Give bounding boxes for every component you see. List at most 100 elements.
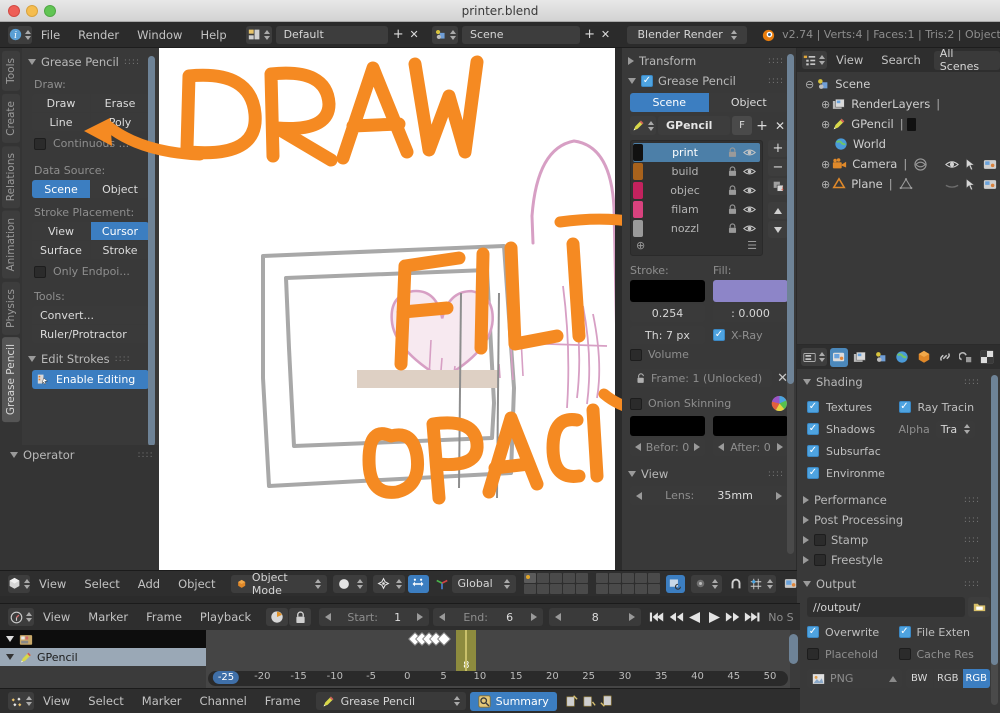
timeline-scrollbar-v[interactable] — [789, 634, 798, 664]
gp-layer-visibility-icon[interactable] — [743, 166, 756, 177]
editor-type-info-icon[interactable]: i — [8, 26, 32, 44]
viewport-menu-add[interactable]: Add — [129, 577, 169, 591]
color-mode-rgba-button[interactable]: RGB — [963, 669, 991, 688]
frame-ruler[interactable]: -25-20-15-10-505101520253035404550 — [208, 671, 788, 686]
stamp-checkbox[interactable] — [814, 534, 826, 546]
scene-layer-cell[interactable] — [550, 584, 562, 594]
transform-collapse-icon[interactable] — [628, 57, 634, 65]
fill-color-swatch[interactable] — [713, 280, 788, 302]
scene-layer-cell[interactable] — [537, 573, 549, 583]
line-button[interactable]: Line — [32, 113, 90, 131]
stroke-alpha-field[interactable]: 0.254 — [630, 304, 705, 322]
gp-layer-row[interactable]: print — [633, 143, 760, 162]
gp-layer-visibility-icon[interactable] — [743, 185, 756, 196]
output-checkbox[interactable] — [807, 626, 819, 638]
freestyle-collapse-icon[interactable] — [803, 556, 809, 564]
lens-field[interactable]: Lens: 35mm — [630, 486, 788, 505]
snap-spinner[interactable] — [767, 579, 773, 589]
play-reverse-button[interactable] — [668, 611, 684, 623]
freestyle-checkbox[interactable] — [814, 554, 826, 566]
color-mode-rgb-button[interactable]: RGB — [934, 669, 962, 688]
summary-toggle-button[interactable]: Summary — [470, 692, 557, 711]
lock-camera-button[interactable] — [666, 575, 685, 593]
tab-modifiers-icon[interactable] — [957, 348, 975, 367]
alpha-spinner[interactable] — [964, 424, 970, 434]
dopesheet-mode-spinner[interactable] — [454, 696, 460, 706]
scene-layer-cell[interactable] — [576, 584, 588, 594]
scene-layer-cell[interactable] — [622, 573, 634, 583]
gp-layer-lock-icon[interactable] — [727, 185, 738, 196]
gpencil-channel-expand-icon[interactable] — [6, 654, 14, 660]
performance-panel-header[interactable]: Performance :::: — [797, 490, 1000, 510]
scene-layer-cell[interactable] — [609, 584, 621, 594]
scene-spinner[interactable] — [450, 30, 456, 40]
output-browse-icon[interactable] — [968, 597, 990, 617]
shading-option-row[interactable]: Shadows — [807, 418, 899, 440]
operator-collapse-icon[interactable] — [10, 452, 18, 458]
delete-screen-layout-button[interactable]: ✕ — [406, 26, 422, 44]
file-format-select[interactable]: PNG — [807, 669, 902, 688]
pivot-point-select[interactable] — [373, 575, 405, 593]
gp-layer-lock-icon[interactable] — [727, 166, 738, 177]
fill-alpha-field[interactable]: : 0.000 — [713, 304, 788, 322]
timeline-menu-frame[interactable]: Frame — [137, 610, 191, 624]
scene-layer-cell[interactable] — [550, 573, 562, 583]
outliner-restrict-view-icon[interactable] — [945, 179, 959, 190]
shading-checkbox[interactable] — [807, 445, 819, 457]
scene-layer-cell[interactable] — [596, 573, 608, 583]
outliner-row-scene[interactable]: ⊖Scene — [797, 74, 1000, 94]
outliner-restrict-view-icon[interactable] — [945, 159, 959, 170]
grease-pencil-panel-header[interactable]: Grease Pencil :::: — [22, 52, 159, 72]
transform-orientation-select[interactable]: Global — [452, 575, 516, 593]
outliner-menu-search[interactable]: Search — [872, 53, 930, 67]
proportional-spinner[interactable] — [712, 579, 718, 589]
scene-layer-cell[interactable] — [648, 573, 660, 583]
gp-fake-user-button[interactable]: F — [732, 116, 752, 135]
shading-option-row[interactable]: Subsurfac — [807, 440, 899, 462]
add-scene-button[interactable]: + — [582, 26, 598, 44]
dopesheet-menu-marker[interactable]: Marker — [133, 694, 191, 708]
add-screen-layout-button[interactable]: + — [390, 26, 406, 44]
post-processing-collapse-icon[interactable] — [803, 516, 809, 524]
outliner-menu-view[interactable]: View — [827, 53, 872, 67]
menu-file[interactable]: File — [32, 28, 69, 42]
stamp-collapse-icon[interactable] — [803, 536, 809, 544]
viewport-shading-select[interactable] — [333, 575, 367, 593]
properties-scrollbar[interactable] — [991, 375, 998, 705]
gp-layer-visibility-icon[interactable] — [743, 223, 756, 234]
onion-skinning-checkbox[interactable] — [630, 398, 642, 410]
tab-renderlayers-icon[interactable] — [851, 348, 869, 367]
freestyle-panel-header[interactable]: Freestyle :::: — [797, 550, 1000, 570]
screen-layout-spinner[interactable] — [264, 30, 270, 40]
output-option-row[interactable]: File Exten — [899, 621, 991, 643]
stroke-color-swatch[interactable] — [630, 280, 705, 302]
shading-option-row[interactable]: Environme — [807, 462, 899, 484]
snap-element-select[interactable] — [748, 575, 777, 593]
outliner-restrict-render-icon[interactable] — [983, 158, 997, 170]
screen-layout-name[interactable]: Default — [276, 26, 389, 44]
playhead[interactable]: 8 — [456, 630, 476, 672]
proportional-edit-select[interactable] — [691, 575, 721, 593]
dopesheet-menu-frame[interactable]: Frame — [256, 694, 310, 708]
draw-button[interactable]: Draw — [32, 94, 90, 112]
only-endpoints-row[interactable]: Only Endpoi... — [22, 259, 159, 284]
viewport-menu-object[interactable]: Object — [169, 577, 224, 591]
volume-checkbox[interactable] — [630, 349, 642, 361]
scene-layer-cell[interactable] — [635, 573, 647, 583]
snap-magnet-icon[interactable] — [727, 575, 746, 593]
outliner-row-plane[interactable]: ⊕Plane| — [797, 174, 1000, 194]
frame-field[interactable]: Frame: 1 (Unlocked) — [630, 369, 772, 387]
outliner-restrict-select-icon[interactable] — [965, 178, 977, 191]
alpha-mode-select[interactable]: Tra — [936, 421, 975, 438]
gp-layer-move-up-button[interactable] — [768, 202, 788, 219]
playback-controls[interactable] — [649, 611, 760, 624]
outliner-editor-spinner[interactable] — [819, 55, 825, 65]
viewport-3d[interactable] — [159, 48, 615, 570]
grease-pencil-npanel-header[interactable]: Grease Pencil :::: — [622, 71, 796, 91]
shading-checkbox[interactable] — [807, 467, 819, 479]
outliner-row-world[interactable]: World — [797, 134, 1000, 154]
channel-row-gpencil[interactable]: GPencil — [0, 648, 206, 666]
gp-collapse-icon[interactable] — [628, 78, 636, 84]
viewport-menu-view[interactable]: View — [30, 577, 75, 591]
view-panel-header[interactable]: View :::: — [622, 464, 796, 484]
